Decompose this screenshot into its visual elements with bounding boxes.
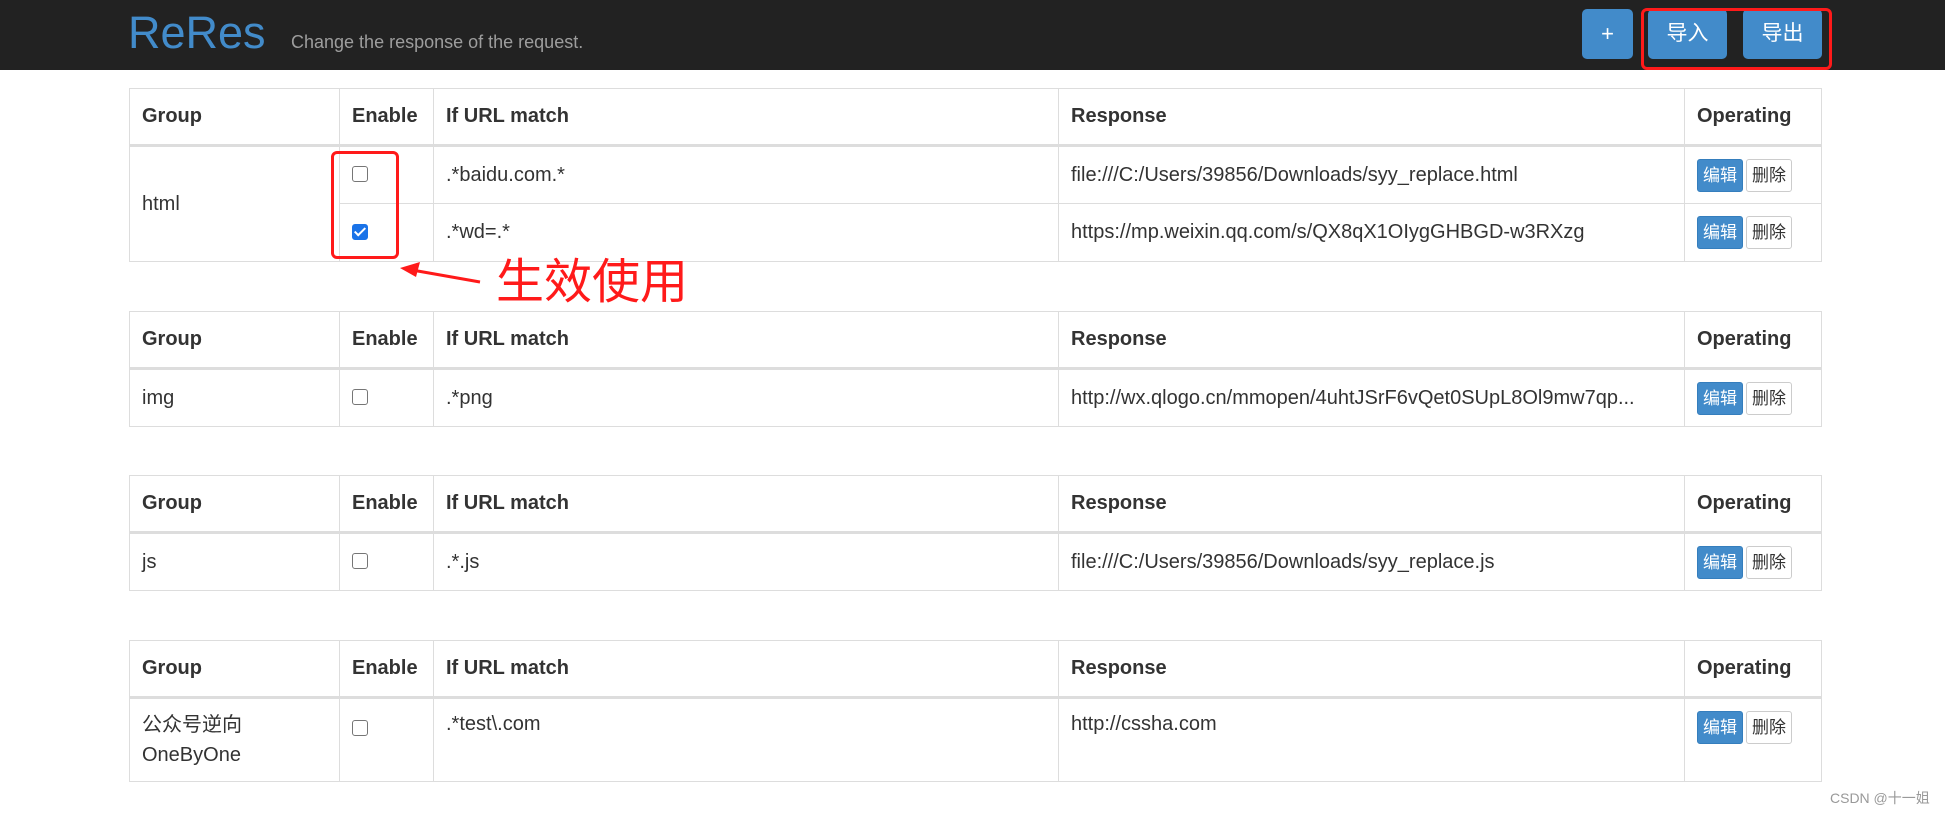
group-name-line2: OneByOne: [142, 744, 241, 766]
column-header-enable: Enable: [339, 475, 434, 534]
table-row: img .*png http://wx.qlogo.cn/mmopen/4uht…: [129, 368, 1822, 427]
import-export-highlight-box: [1641, 8, 1832, 70]
enable-checkbox[interactable]: [352, 719, 368, 736]
enable-checkbox[interactable]: [352, 389, 368, 406]
enable-cell: [339, 697, 434, 782]
column-header-group: Group: [129, 311, 340, 370]
delete-button[interactable]: 删除: [1746, 216, 1792, 249]
table-header-row: Group Enable If URL match Response Opera…: [129, 311, 1822, 370]
group-name-cell: img: [129, 368, 340, 427]
column-header-enable: Enable: [339, 640, 434, 699]
table-header-row: Group Enable If URL match Response Opera…: [129, 640, 1822, 699]
operating-cell: 编辑 删除: [1684, 145, 1822, 204]
delete-button[interactable]: 删除: [1746, 711, 1792, 744]
column-header-group: Group: [129, 640, 340, 699]
navbar: ReRes Change the response of the request…: [0, 0, 1945, 70]
rule-table-img: Group Enable If URL match Response Opera…: [129, 311, 1822, 427]
enable-cell: [339, 368, 434, 427]
response-cell: https://mp.weixin.qq.com/s/QX8qX1OIygGHB…: [1058, 203, 1685, 262]
table-header-row: Group Enable If URL match Response Opera…: [129, 475, 1822, 534]
enable-highlight-box: [331, 151, 399, 259]
edit-button[interactable]: 编辑: [1697, 381, 1743, 415]
brand-tagline: Change the response of the request.: [291, 32, 584, 52]
enable-cell: [339, 532, 434, 591]
group-name-cell: html: [129, 145, 340, 262]
annotation-arrow-icon: [400, 262, 481, 284]
group-name-cell: 公众号逆向 OneByOne: [129, 697, 340, 782]
url-match-cell: .*test\.com: [433, 697, 1059, 782]
edit-button[interactable]: 编辑: [1697, 216, 1743, 249]
group-name-line1: 公众号逆向: [142, 714, 242, 736]
rule-table-js: Group Enable If URL match Response Opera…: [129, 475, 1822, 591]
column-header-response: Response: [1058, 311, 1685, 370]
column-header-operating: Operating: [1684, 475, 1822, 534]
column-header-match: If URL match: [433, 475, 1059, 534]
response-cell: file:///C:/Users/39856/Downloads/syy_rep…: [1058, 145, 1685, 204]
url-match-cell: .*baidu.com.*: [433, 145, 1059, 204]
operating-cell: 编辑 删除: [1684, 697, 1822, 782]
delete-button[interactable]: 删除: [1746, 545, 1792, 579]
delete-button[interactable]: 删除: [1746, 158, 1792, 192]
column-header-group: Group: [129, 475, 340, 534]
edit-button[interactable]: 编辑: [1697, 711, 1743, 744]
rule-table-onebyone: Group Enable If URL match Response Opera…: [129, 640, 1822, 782]
column-header-match: If URL match: [433, 311, 1059, 370]
column-header-operating: Operating: [1684, 311, 1822, 370]
operating-cell: 编辑 删除: [1684, 368, 1822, 427]
column-header-operating: Operating: [1684, 88, 1822, 147]
operating-cell: 编辑 删除: [1684, 203, 1822, 262]
table-header-row: Group Enable If URL match Response Opera…: [129, 88, 1822, 147]
column-header-operating: Operating: [1684, 640, 1822, 699]
column-header-group: Group: [129, 88, 340, 147]
response-cell: file:///C:/Users/39856/Downloads/syy_rep…: [1058, 532, 1685, 591]
watermark: CSDN @十一姐: [1830, 790, 1930, 806]
url-match-cell: .*.js: [433, 532, 1059, 591]
url-match-cell: .*png: [433, 368, 1059, 427]
delete-button[interactable]: 删除: [1746, 381, 1792, 415]
operating-cell: 编辑 删除: [1684, 532, 1822, 591]
column-header-response: Response: [1058, 640, 1685, 699]
brand-title: ReRes: [128, 7, 266, 58]
response-cell: http://cssha.com: [1058, 697, 1685, 782]
annotation-label: 生效使用: [496, 256, 689, 309]
table-row: 公众号逆向 OneByOne .*test\.com http://cssha.…: [129, 697, 1822, 782]
column-header-response: Response: [1058, 88, 1685, 147]
edit-button[interactable]: 编辑: [1697, 545, 1743, 579]
url-match-cell: .*wd=.*: [433, 203, 1059, 262]
column-header-response: Response: [1058, 475, 1685, 534]
column-header-match: If URL match: [433, 88, 1059, 147]
column-header-match: If URL match: [433, 640, 1059, 699]
response-cell: http://wx.qlogo.cn/mmopen/4uhtJSrF6vQet0…: [1058, 368, 1685, 427]
group-name-cell: js: [129, 532, 340, 591]
add-group-button[interactable]: +: [1582, 9, 1633, 59]
column-header-enable: Enable: [339, 311, 434, 370]
edit-button[interactable]: 编辑: [1697, 158, 1743, 192]
column-header-enable: Enable: [339, 88, 434, 147]
enable-checkbox[interactable]: [352, 553, 368, 570]
table-row: js .*.js file:///C:/Users/39856/Download…: [129, 532, 1822, 591]
